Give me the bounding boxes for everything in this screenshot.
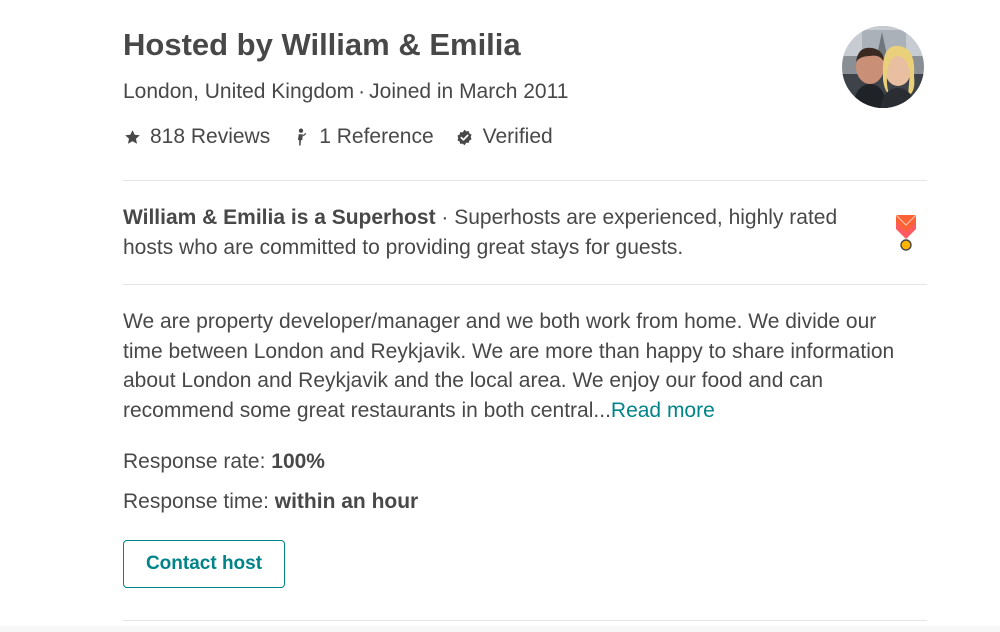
subtitle-separator: · bbox=[358, 80, 366, 103]
stat-references[interactable]: 1 Reference bbox=[292, 125, 434, 149]
divider bbox=[123, 620, 927, 621]
host-joined-date: Joined in March 2011 bbox=[369, 80, 569, 103]
superhost-separator: · bbox=[435, 206, 455, 229]
host-avatar[interactable] bbox=[842, 26, 924, 108]
verified-shield-icon bbox=[456, 128, 474, 146]
stat-verified-label: Verified bbox=[482, 125, 553, 148]
host-about-text: We are property developer/manager and we… bbox=[123, 307, 913, 425]
contact-host-button[interactable]: Contact host bbox=[123, 540, 285, 588]
response-rate: Response rate: 100% bbox=[123, 448, 325, 476]
response-time-label: Response time: bbox=[123, 490, 275, 513]
response-time: Response time: within an hour bbox=[123, 488, 418, 516]
response-time-value: within an hour bbox=[274, 490, 419, 513]
host-avatar-photo bbox=[842, 26, 924, 108]
host-subtitle: London, United Kingdom · Joined in March 2… bbox=[123, 78, 568, 106]
stat-references-label: 1 Reference bbox=[319, 125, 434, 148]
superhost-badge-icon bbox=[893, 212, 919, 254]
stat-verified[interactable]: Verified bbox=[456, 125, 553, 149]
stat-reviews[interactable]: 818 Reviews bbox=[123, 125, 270, 149]
host-title: Hosted by William & Emilia bbox=[123, 27, 521, 62]
host-location: London, United Kingdom bbox=[123, 80, 355, 103]
page-bottom-edge bbox=[0, 626, 1000, 632]
superhost-info: William & Emilia is a Superhost · Superh… bbox=[123, 203, 863, 263]
response-rate-label: Response rate: bbox=[123, 450, 272, 473]
reference-icon bbox=[292, 128, 310, 146]
divider bbox=[123, 284, 927, 285]
divider bbox=[123, 180, 927, 181]
host-stats: 818 Reviews 1 Reference Verified bbox=[123, 122, 575, 152]
response-rate-value: 100% bbox=[271, 450, 325, 473]
superhost-title: William & Emilia is a Superhost bbox=[123, 206, 436, 229]
read-more-link[interactable]: Read more bbox=[611, 399, 715, 422]
star-icon bbox=[123, 128, 141, 146]
stat-reviews-label: 818 Reviews bbox=[150, 125, 271, 148]
host-profile-section: Hosted by William & Emilia London, Unite… bbox=[0, 0, 1000, 632]
host-about-body: We are property developer/manager and we… bbox=[123, 310, 895, 422]
